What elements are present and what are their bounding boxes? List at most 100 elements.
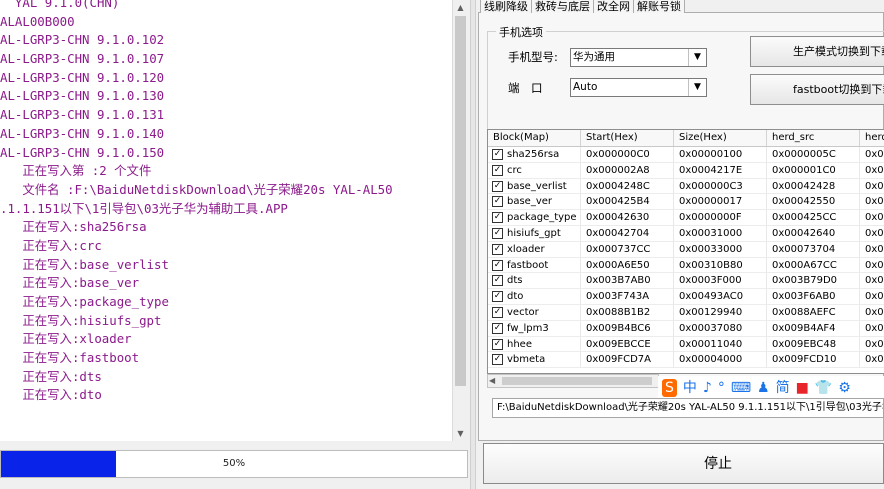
- ime-icon[interactable]: S: [662, 379, 677, 397]
- row-checkbox[interactable]: ✓: [492, 259, 503, 271]
- row-checkbox[interactable]: ✓: [492, 275, 503, 287]
- model-select[interactable]: 华为通用 ▼: [570, 48, 707, 67]
- ime-icon[interactable]: ⚙: [838, 379, 851, 397]
- row-checkbox[interactable]: ✓: [492, 307, 503, 318]
- scroll-up-icon[interactable]: ▲: [453, 0, 468, 15]
- table-row[interactable]: ✓ dts 0x003B7AB0 0x0003F000 0x003B79D0 0x0: [488, 273, 884, 290]
- table-cell: 0x000001C0: [767, 162, 860, 179]
- table-row[interactable]: ✓ dto 0x003F743A 0x00493AC0 0x003F6AB0 0x0: [488, 289, 884, 305]
- table-row[interactable]: ✓ xloader 0x000737CC 0x00033000 0x00073704 0x…: [488, 241, 884, 258]
- table-cell: 0x0003F000: [674, 273, 767, 290]
- stop-button[interactable]: 停止: [483, 443, 884, 484]
- row-checkbox[interactable]: ✓: [492, 180, 503, 192]
- cell-text: 0x0: [865, 212, 884, 224]
- cell-text: dts: [507, 275, 523, 287]
- table-cell: 0x0000005C: [767, 147, 860, 163]
- ime-icon[interactable]: 中: [683, 379, 697, 397]
- column-header[interactable]: Size(Hex): [674, 130, 767, 146]
- table-row[interactable]: ✓ base_verlist 0x0004248C 0x000000C3 0x00042…: [488, 178, 884, 195]
- log-line: AL-LGRP3-CHN 9.1.0.120: [0, 69, 165, 85]
- row-checkbox[interactable]: ✓: [492, 196, 503, 208]
- row-checkbox[interactable]: ✓: [492, 354, 503, 366]
- cell-text: 0x003B7AB0: [586, 275, 651, 287]
- cell-text: 0x003B79D0: [772, 275, 838, 287]
- cell-text: 0x009B4AF4: [772, 322, 836, 334]
- ime-icon[interactable]: ■: [796, 379, 809, 397]
- row-checkbox[interactable]: ✓: [492, 291, 503, 303]
- table-cell: 0x00000017: [674, 194, 767, 211]
- row-checkbox[interactable]: ✓: [492, 228, 503, 239]
- table-row[interactable]: ✓ hisiufs_gpt 0x00042704 0x00031000 0x000426…: [488, 226, 884, 242]
- cell-text: 0x00042550: [772, 196, 836, 208]
- table-cell: ✓ dts: [488, 273, 581, 290]
- table-cell: 0x0088AEFC: [767, 305, 860, 321]
- log-line: 正在写入:dts: [0, 368, 102, 384]
- ime-icon[interactable]: °: [718, 379, 725, 397]
- factory-mode-button[interactable]: 生产模式切换到下载: [750, 36, 884, 67]
- table-cell: 0x0088B1B2: [581, 305, 674, 321]
- hscroll-thumb[interactable]: [502, 377, 652, 385]
- table-cell: 0x00493AC0: [674, 289, 767, 305]
- log-lines: YAL 9.1.0(CHN) ALAL00B000 AL-LGRP3-CHN 9.1…: [0, 0, 452, 405]
- column-header[interactable]: herd: [860, 130, 884, 146]
- file-path-field[interactable]: F:\BaiduNetdiskDownload\光子荣耀20s YAL-AL50…: [492, 398, 884, 418]
- column-header[interactable]: Block(Map): [488, 130, 581, 146]
- tab-0[interactable]: 线刷降级: [480, 0, 532, 13]
- dropdown-arrow-icon[interactable]: ▼: [688, 49, 706, 66]
- ime-icon[interactable]: 👕: [815, 379, 832, 397]
- table-row[interactable]: ✓ crc 0x000002A8 0x0004217E 0x000001C0 0x0: [488, 162, 884, 179]
- ime-icon[interactable]: 简: [776, 379, 790, 397]
- table-row[interactable]: ✓ hhee 0x009EBCCE 0x00011040 0x009EBC48 0x0: [488, 336, 884, 353]
- ime-icon[interactable]: ♟: [757, 379, 770, 397]
- log-line: 正在写入:hisiufs_gpt: [0, 312, 162, 328]
- port-label: 端 口: [508, 81, 543, 95]
- table-row[interactable]: ✓ fastboot 0x000A6E50 0x00310B80 0x000A67CC 0…: [488, 257, 884, 274]
- row-checkbox[interactable]: ✓: [492, 338, 503, 350]
- column-header[interactable]: Start(Hex): [581, 130, 674, 146]
- port-select[interactable]: Auto ▼: [570, 78, 707, 97]
- row-checkbox[interactable]: ✓: [492, 243, 503, 255]
- port-value: Auto: [573, 81, 598, 93]
- row-checkbox[interactable]: ✓: [492, 164, 503, 176]
- scroll-down-icon[interactable]: ▼: [453, 426, 468, 441]
- tab-3[interactable]: 解账号锁: [633, 0, 685, 13]
- table-header: Block(Map) Start(Hex) Size(Hex) herd_src her…: [488, 130, 884, 147]
- table-row[interactable]: ✓ vbmeta 0x009FCD7A 0x00004000 0x009FCD10 0x0: [488, 352, 884, 369]
- cell-text: 0x0: [865, 243, 884, 255]
- log-scrollbar[interactable]: ▲ ▼: [452, 0, 468, 441]
- cell-text: 0x000A67CC: [772, 259, 837, 271]
- scroll-thumb[interactable]: [455, 16, 466, 386]
- table-cell: ✓ crc: [488, 162, 581, 179]
- log-line: AL-LGRP3-CHN 9.1.0.140: [0, 125, 165, 141]
- tab-1[interactable]: 救砖与底层: [531, 0, 594, 13]
- fastboot-mode-button[interactable]: fastboot切换到下载: [750, 74, 884, 105]
- row-checkbox[interactable]: ✓: [492, 212, 503, 224]
- table-row[interactable]: ✓ sha256rsa 0x000000C0 0x00000100 0x0000005C…: [488, 147, 884, 163]
- table-row[interactable]: ✓ base_ver 0x000425B4 0x00000017 0x00042550 0…: [488, 194, 884, 211]
- table-row[interactable]: ✓ vector 0x0088B1B2 0x00129940 0x0088AEFC 0x0: [488, 305, 884, 321]
- ime-icon[interactable]: ♪: [703, 379, 712, 397]
- scroll-left-icon[interactable]: ◀: [489, 375, 495, 387]
- table-cell: 0x0: [860, 337, 884, 353]
- cell-text: vbmeta: [507, 354, 546, 366]
- table-hscrollbar[interactable]: ◀: [487, 374, 659, 388]
- tab-2[interactable]: 改全网: [593, 0, 634, 13]
- row-checkbox[interactable]: ✓: [492, 149, 503, 160]
- cell-text: 0x0: [865, 164, 884, 176]
- table-row[interactable]: ✓ fw_lpm3 0x009B4BC6 0x00037080 0x009B4AF4 0x…: [488, 320, 884, 337]
- model-value: 华为通用: [573, 51, 615, 63]
- log-output[interactable]: YAL 9.1.0(CHN) ALAL00B000 AL-LGRP3-CHN 9.1…: [0, 0, 452, 441]
- cell-text: 0x009FCD10: [772, 354, 837, 366]
- table-cell: 0x00004000: [674, 352, 767, 369]
- cell-text: hhee: [507, 338, 532, 350]
- column-header[interactable]: herd_src: [767, 130, 860, 146]
- dropdown-arrow-icon[interactable]: ▼: [688, 79, 706, 96]
- row-checkbox[interactable]: ✓: [492, 322, 503, 334]
- cell-text: 0x000002A8: [586, 164, 650, 176]
- cell-text: 0x009B4BC6: [586, 322, 651, 334]
- ime-icon[interactable]: ⌨: [731, 379, 751, 397]
- partition-table[interactable]: Block(Map) Start(Hex) Size(Hex) herd_src her…: [487, 129, 884, 374]
- table-row[interactable]: ✓ package_type 0x00042630 0x0000000F 0x00042…: [488, 210, 884, 226]
- cell-text: 0x003F743A: [586, 291, 650, 303]
- table-cell: 0x0: [860, 242, 884, 258]
